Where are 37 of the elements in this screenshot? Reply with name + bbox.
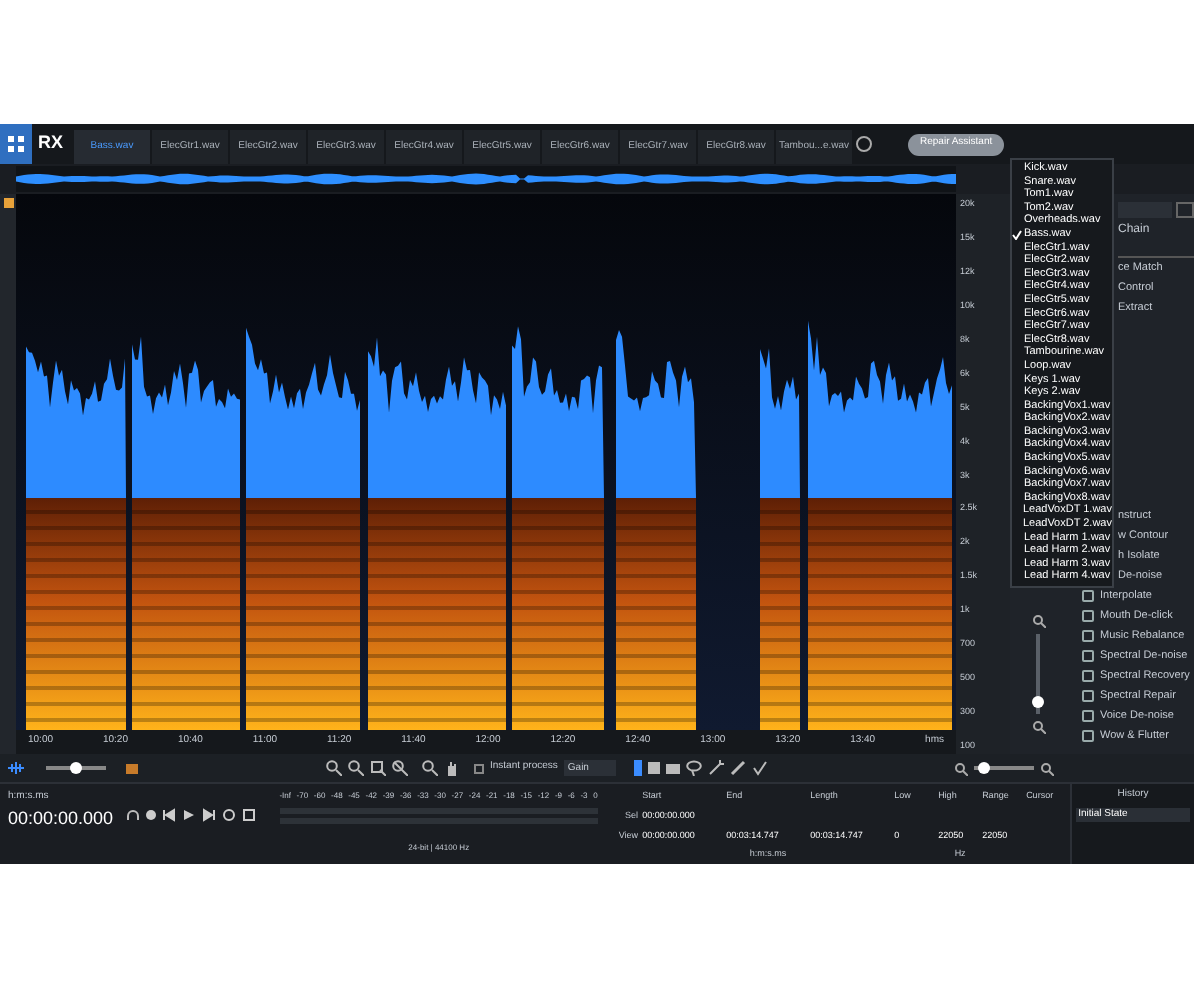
zoom-selection-icon[interactable]	[370, 760, 386, 776]
lasso-icon[interactable]	[685, 760, 702, 776]
frequency-selection-icon[interactable]	[665, 763, 680, 773]
record-icon[interactable]	[145, 809, 156, 819]
magic-wand-icon[interactable]	[707, 760, 724, 776]
skip-back-icon[interactable]	[161, 807, 176, 821]
menu-icon[interactable]	[1176, 202, 1194, 218]
play-icon[interactable]	[181, 807, 196, 821]
logo-icon	[0, 124, 32, 164]
time-display: 00:00:00.000	[8, 805, 114, 831]
zoom-in-icon[interactable]	[1040, 761, 1054, 775]
slider-thumb[interactable]	[978, 762, 991, 774]
play-selection-icon[interactable]	[201, 807, 216, 821]
zoom-in-icon[interactable]	[326, 760, 342, 776]
zoom-out-icon[interactable]	[348, 760, 364, 776]
headphones-icon[interactable]	[125, 807, 140, 821]
brush-icon[interactable]	[729, 760, 746, 776]
instant-process-checkbox[interactable]	[474, 763, 484, 773]
zoom-out-icon[interactable]	[954, 761, 968, 775]
zoom-fit-icon[interactable]	[392, 760, 408, 776]
follow-icon[interactable]	[241, 807, 256, 821]
zoom-out-icon[interactable]	[1031, 720, 1045, 734]
magnifier-icon[interactable]	[422, 760, 438, 776]
waveform-icon[interactable]	[8, 760, 24, 776]
slider-thumb[interactable]	[70, 762, 82, 774]
checkmark-icon[interactable]	[751, 760, 768, 776]
dropdown-icon[interactable]	[856, 136, 872, 152]
waveform-overview[interactable]	[16, 166, 956, 192]
zoom-in-icon[interactable]	[1031, 614, 1045, 628]
marker-icon	[3, 198, 13, 208]
spectrogram-drawing[interactable]	[16, 194, 956, 730]
app-logo: RX	[38, 130, 66, 157]
spectrogram-icon[interactable]	[124, 760, 140, 776]
time-selection-icon[interactable]	[633, 760, 642, 776]
hand-icon[interactable]	[444, 760, 460, 776]
loop-icon[interactable]	[221, 807, 236, 821]
rectangle-selection-icon[interactable]	[647, 762, 660, 774]
